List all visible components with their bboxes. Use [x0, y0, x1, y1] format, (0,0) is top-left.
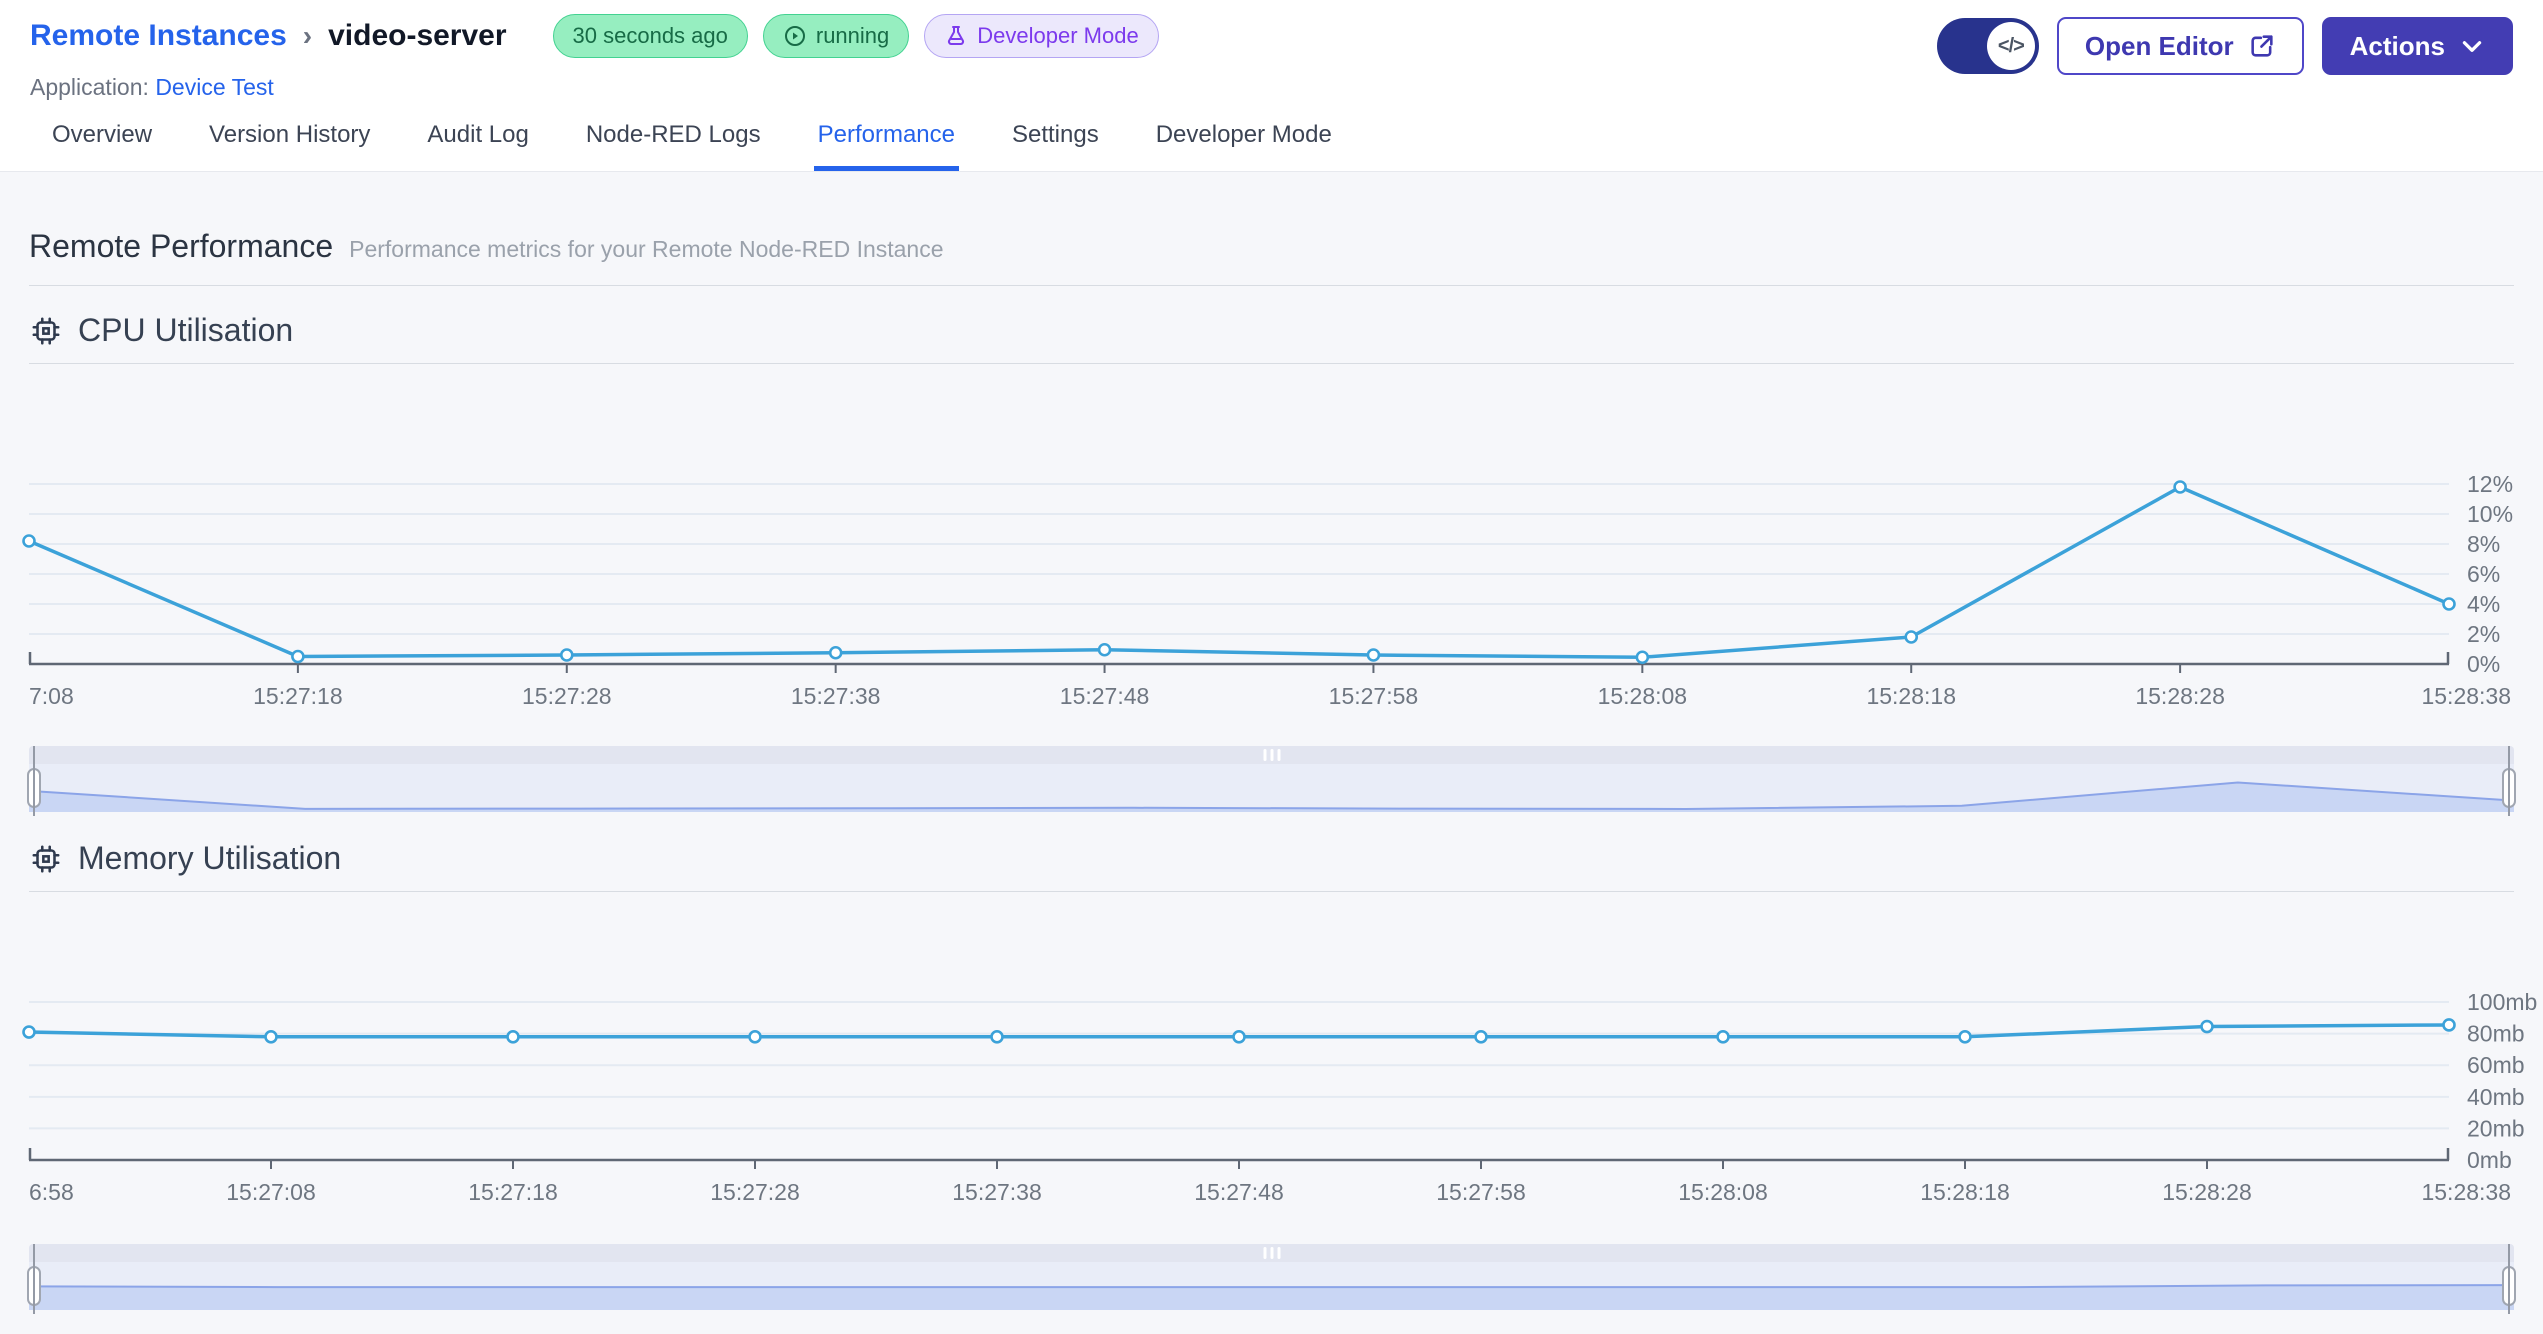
svg-text:15:27:58: 15:27:58 [1329, 683, 1419, 709]
svg-text:20mb: 20mb [2467, 1115, 2525, 1141]
instance-name: video-server [328, 19, 507, 52]
svg-text:40mb: 40mb [2467, 1084, 2525, 1110]
breadcrumb: Remote Instances › video-server 30 secon… [30, 14, 1159, 58]
svg-text:15:27:28: 15:27:28 [710, 1179, 800, 1205]
svg-text:15:28:18: 15:28:18 [1920, 1179, 2010, 1205]
last-seen-badge: 30 seconds ago [552, 14, 748, 58]
svg-text:15:27:38: 15:27:38 [791, 683, 881, 709]
cpu-chart: 0% 2% 4% 6% 8% 10% 12% 7:08 15:27:18 15:27:28 15:2… [22, 364, 2514, 716]
svg-text:15:27:58: 15:27:58 [1436, 1179, 1526, 1205]
page-header: Remote Instances › video-server 30 secon… [0, 0, 2543, 101]
tab-version-history[interactable]: Version History [209, 101, 370, 171]
play-circle-icon [784, 26, 805, 46]
svg-text:15:28:28: 15:28:28 [2162, 1179, 2252, 1205]
svg-text:7:08: 7:08 [29, 683, 74, 709]
developer-mode-toggle[interactable]: </> [1936, 18, 2039, 74]
developer-mode-badge: Developer Mode [924, 14, 1159, 58]
page-subtitle: Performance metrics for your Remote Node… [349, 236, 944, 262]
svg-text:0mb: 0mb [2467, 1147, 2512, 1173]
memory-chart: 0mb 20mb 40mb 60mb 80mb 100mb 6:58 15:27:08 15:2… [22, 892, 2537, 1214]
tab-developer-mode[interactable]: Developer Mode [1156, 101, 1332, 171]
developer-mode-text: Developer Mode [977, 23, 1139, 48]
svg-text:12%: 12% [2467, 471, 2513, 497]
svg-text:10%: 10% [2467, 501, 2513, 527]
svg-text:15:27:48: 15:27:48 [1194, 1179, 1284, 1205]
cpu-range-selector[interactable] [27, 746, 2516, 816]
code-icon: </> [1986, 22, 2035, 70]
cpu-brush-minichart [28, 764, 2515, 812]
drag-grip-icon[interactable] [1263, 1247, 1280, 1259]
chevron-down-icon [2462, 41, 2482, 52]
tab-overview[interactable]: Overview [52, 101, 152, 171]
cpu-chart-title: CPU Utilisation [78, 312, 294, 348]
svg-text:60mb: 60mb [2467, 1052, 2525, 1078]
external-link-icon [2251, 35, 2273, 57]
svg-text:15:28:18: 15:28:18 [1866, 683, 1956, 709]
memory-chart-title: Memory Utilisation [78, 840, 342, 876]
memory-brush-handle-left[interactable] [27, 1244, 41, 1314]
svg-text:8%: 8% [2467, 531, 2500, 557]
last-seen-text: 30 seconds ago [572, 23, 728, 48]
page-title: Remote Performance [29, 228, 334, 264]
instance-tabbar: Overview Version History Audit Log Node-… [0, 101, 2543, 172]
actions-button[interactable]: Actions [2321, 17, 2513, 75]
memory-brush-strip[interactable] [29, 1244, 2514, 1262]
memory-brush-handle-right[interactable] [2502, 1244, 2516, 1314]
cpu-chip-icon [32, 317, 60, 344]
status-badge: running [762, 14, 910, 58]
svg-text:15:28:28: 15:28:28 [2135, 683, 2225, 709]
cpu-section-header: CPU Utilisation [29, 312, 2514, 349]
cpu-brush-strip[interactable] [29, 746, 2514, 764]
open-editor-button[interactable]: Open Editor [2056, 17, 2304, 75]
memory-chip-icon [32, 845, 60, 872]
svg-text:15:27:48: 15:27:48 [1060, 683, 1150, 709]
svg-text:15:28:08: 15:28:08 [1598, 683, 1688, 709]
divider [29, 285, 2514, 286]
breadcrumb-remote-instances-link[interactable]: Remote Instances [30, 19, 287, 53]
drag-grip-icon[interactable] [1263, 749, 1280, 761]
svg-text:0%: 0% [2467, 651, 2500, 677]
svg-text:80mb: 80mb [2467, 1021, 2525, 1047]
flask-icon [948, 26, 965, 45]
svg-text:6%: 6% [2467, 561, 2500, 587]
svg-text:100mb: 100mb [2467, 989, 2537, 1015]
status-text: running [815, 23, 890, 48]
svg-text:6:58: 6:58 [29, 1179, 74, 1205]
svg-text:15:27:18: 15:27:18 [253, 683, 343, 709]
application-row: Application: Device Test [30, 74, 1159, 101]
tab-audit-log[interactable]: Audit Log [427, 101, 528, 171]
tab-settings[interactable]: Settings [1012, 101, 1099, 171]
section-header: Remote Performance Performance metrics f… [29, 172, 2514, 265]
memory-range-selector[interactable] [27, 1244, 2516, 1314]
breadcrumb-separator: › [302, 20, 313, 51]
svg-text:15:27:18: 15:27:18 [468, 1179, 558, 1205]
memory-brush-minichart [28, 1262, 2515, 1310]
performance-panel: Remote Performance Performance metrics f… [0, 172, 2543, 1334]
application-label: Application: [30, 74, 149, 100]
header-controls: </> Open Editor Actions [1936, 17, 2513, 75]
svg-text:4%: 4% [2467, 591, 2500, 617]
svg-text:15:28:08: 15:28:08 [1678, 1179, 1768, 1205]
tab-performance[interactable]: Performance [813, 101, 960, 171]
actions-label: Actions [2349, 30, 2445, 61]
application-link[interactable]: Device Test [155, 74, 273, 100]
tab-node-red-logs[interactable]: Node-RED Logs [586, 101, 761, 171]
svg-text:15:27:08: 15:27:08 [226, 1179, 316, 1205]
svg-text:15:27:38: 15:27:38 [952, 1179, 1042, 1205]
cpu-brush-handle-right[interactable] [2502, 746, 2516, 816]
svg-text:15:27:28: 15:27:28 [522, 683, 612, 709]
svg-text:15:28:38: 15:28:38 [2421, 1179, 2511, 1205]
open-editor-label: Open Editor [2084, 30, 2234, 61]
memory-section-header: Memory Utilisation [29, 840, 2514, 877]
cpu-brush-handle-left[interactable] [27, 746, 41, 816]
svg-text:2%: 2% [2467, 621, 2500, 647]
svg-text:15:28:38: 15:28:38 [2421, 683, 2511, 709]
